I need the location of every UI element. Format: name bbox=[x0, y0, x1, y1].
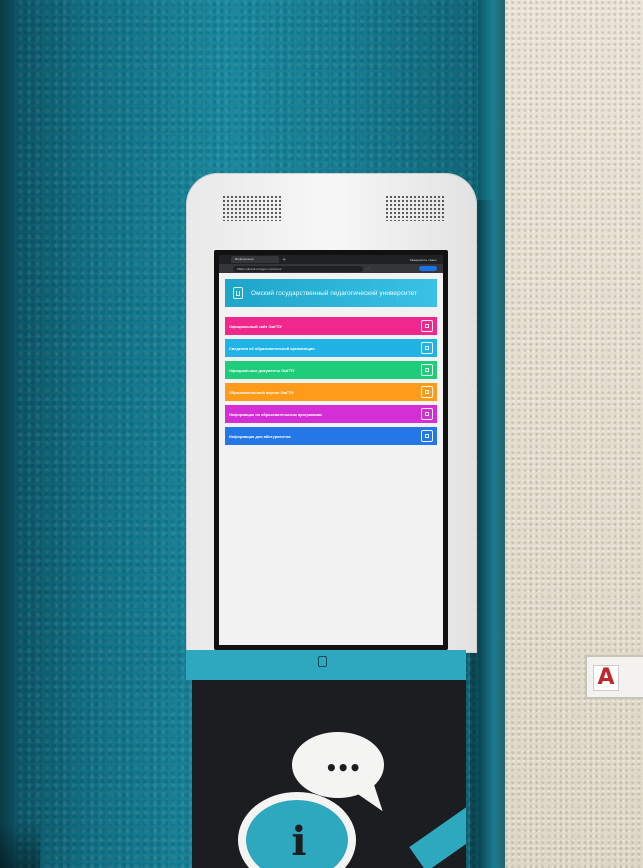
menu-item-applicants[interactable]: Информация для абитуриентов bbox=[225, 427, 437, 445]
base-stripe bbox=[409, 778, 466, 868]
browser-actions-icon[interactable]: ⋯ bbox=[366, 266, 370, 271]
kiosk-base: ••• i bbox=[192, 680, 466, 868]
speaker-grille-right bbox=[385, 195, 445, 221]
main-menu: Официальный сайт ОмГПУ Сведения об образ… bbox=[225, 317, 437, 449]
menu-item-label: Сведения об образовательной организации bbox=[229, 345, 315, 351]
menu-item-edu-portal[interactable]: Образовательный портал ОмГПУ bbox=[225, 383, 437, 401]
browser-tab[interactable]: Информаци bbox=[231, 256, 279, 263]
menu-item-label: Официальные документы ОмГПУ bbox=[229, 367, 295, 373]
building-icon bbox=[421, 320, 433, 332]
ellipsis-icon: ••• bbox=[325, 756, 361, 780]
wall-post bbox=[0, 0, 14, 868]
menu-item-label: Информация по образовательным программам bbox=[229, 411, 322, 417]
room-sign: А bbox=[585, 655, 643, 699]
kiosk-screen: Информаци + Завершить сеанс https://kios… bbox=[219, 255, 443, 645]
document-info-icon bbox=[421, 342, 433, 354]
site-header: Омский государственный педагогический ун… bbox=[225, 279, 437, 307]
new-tab-icon[interactable]: + bbox=[282, 257, 286, 263]
portal-icon bbox=[421, 386, 433, 398]
menu-item-official-docs[interactable]: Официальные документы ОмГПУ bbox=[225, 361, 437, 379]
info-icon bbox=[421, 408, 433, 420]
address-bar[interactable]: https://kiosk.omgpu.ru/menu/ bbox=[233, 265, 363, 272]
menu-item-label: Информация для абитуриентов bbox=[229, 433, 291, 439]
menu-item-label: Официальный сайт ОмГПУ bbox=[229, 323, 282, 329]
lock-icon bbox=[318, 656, 327, 667]
room-sign-letter: А bbox=[593, 665, 619, 691]
speech-bubble-tail bbox=[347, 778, 383, 820]
profile-button[interactable] bbox=[419, 266, 437, 271]
end-session-link[interactable]: Завершить сеанс bbox=[410, 258, 437, 262]
menu-item-org-info[interactable]: Сведения об образовательной организации bbox=[225, 339, 437, 357]
menu-item-official-site[interactable]: Официальный сайт ОмГПУ bbox=[225, 317, 437, 335]
site-title: Омский государственный педагогический ун… bbox=[251, 289, 418, 297]
speaker-grille-left bbox=[222, 195, 282, 221]
browser-toolbar: https://kiosk.omgpu.ru/menu/ ⋯ bbox=[219, 264, 443, 273]
menu-item-label: Образовательный портал ОмГПУ bbox=[229, 389, 294, 395]
university-logo-icon bbox=[233, 287, 243, 299]
beige-wall bbox=[505, 0, 643, 868]
browser-tab-strip: Информаци + Завершить сеанс bbox=[219, 255, 443, 264]
floor-shadow bbox=[0, 820, 40, 868]
documents-icon bbox=[421, 364, 433, 376]
applicant-doc-icon bbox=[421, 430, 433, 442]
menu-item-edu-programs[interactable]: Информация по образовательным программам bbox=[225, 405, 437, 423]
info-glyph: i bbox=[291, 818, 307, 865]
